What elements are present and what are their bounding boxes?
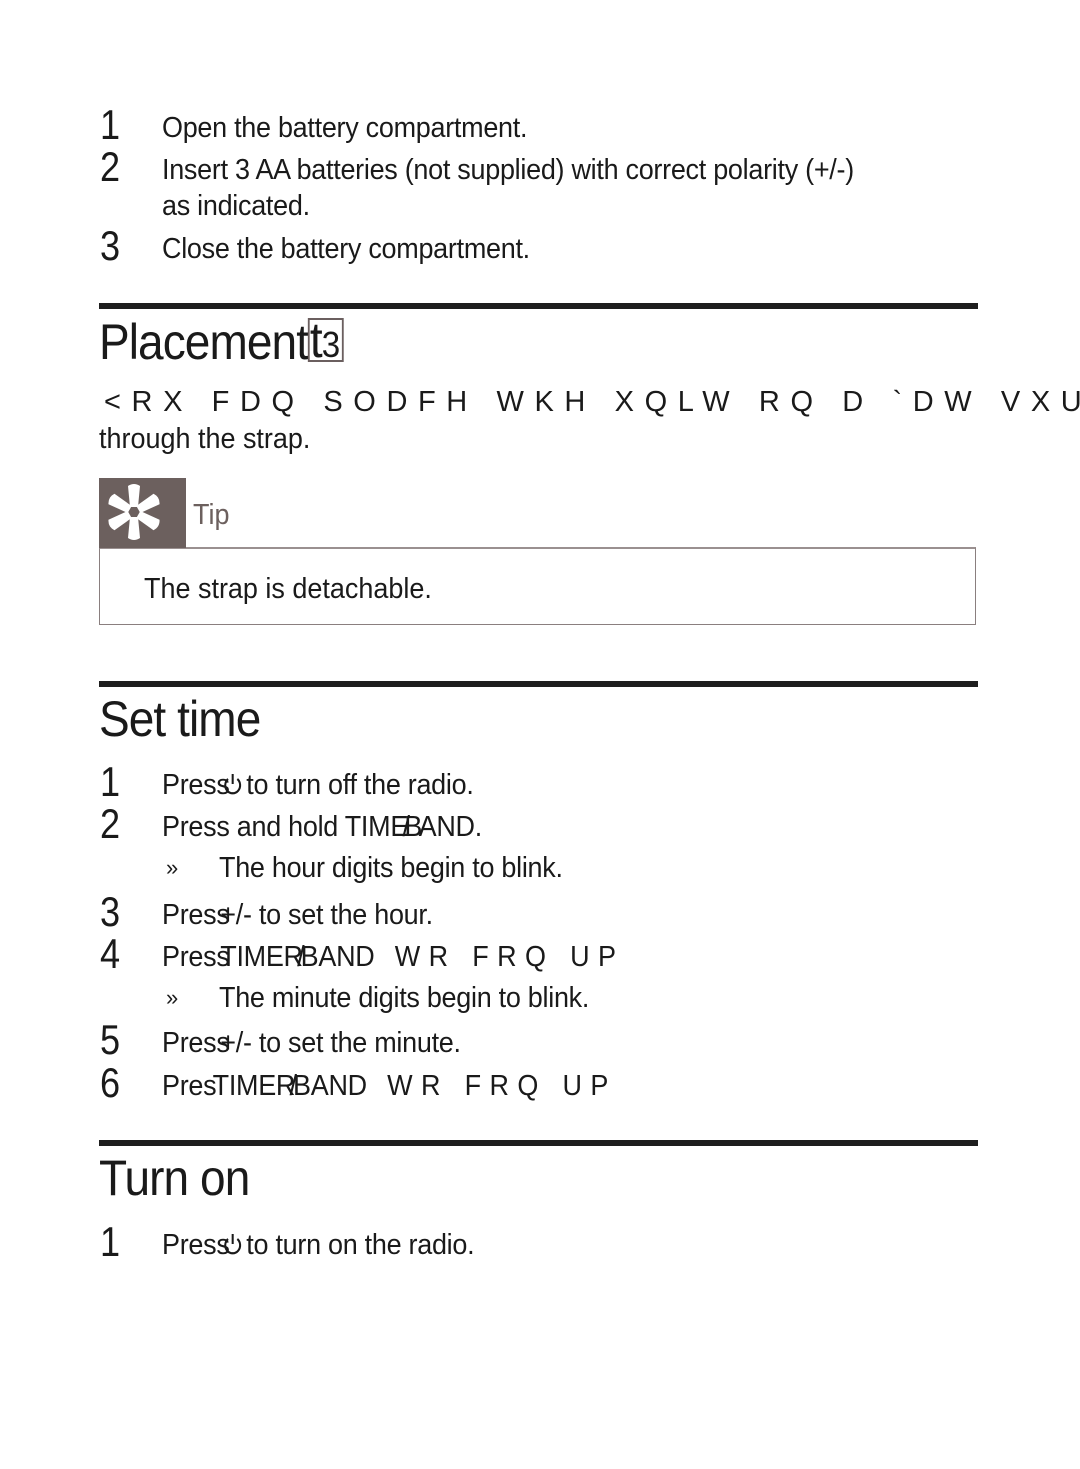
step-number: 4 bbox=[100, 930, 121, 977]
result-text: The hour digits begin to blink. bbox=[219, 852, 563, 884]
step-prefix: Press bbox=[162, 1229, 230, 1261]
step-text-continued: as indicated. bbox=[162, 190, 310, 222]
step-number: 5 bbox=[100, 1016, 121, 1063]
step-prefix: Press and hold TIME bbox=[162, 811, 409, 843]
step-number: 3 bbox=[100, 888, 121, 935]
step-number: 3 bbox=[100, 222, 121, 269]
step-key: BAND bbox=[293, 1070, 367, 1102]
section-heading: Placementt3 bbox=[99, 314, 344, 370]
step-number: 2 bbox=[100, 143, 121, 190]
power-icon bbox=[223, 774, 241, 795]
placement-body: <RX FDQ SODFH WKH XQLW RQ D `DW VXUI bbox=[104, 386, 1080, 418]
step-suffix: to set the hour. bbox=[258, 899, 433, 931]
section-heading: Set time bbox=[99, 691, 261, 747]
result-marker: » bbox=[166, 855, 179, 880]
step-key: TIMER bbox=[212, 1070, 296, 1102]
heading-last-char: t bbox=[309, 312, 323, 368]
step-number: 1 bbox=[100, 758, 121, 805]
step-key: BAND bbox=[300, 941, 375, 973]
step-suffix: to turn off the radio. bbox=[246, 769, 474, 801]
tip-icon-badge bbox=[99, 478, 186, 548]
step-suffix: to set the minute. bbox=[258, 1027, 461, 1059]
section-heading: Turn on bbox=[99, 1150, 250, 1206]
tip-label: Tip bbox=[193, 499, 230, 531]
asterisk-tip-icon bbox=[108, 484, 160, 540]
result-text: The minute digits begin to blink. bbox=[219, 982, 590, 1014]
step-key: +/- bbox=[220, 1027, 252, 1059]
step-key: +/- bbox=[220, 899, 252, 931]
step-suffix: WR FRQ UP bbox=[387, 1070, 617, 1102]
step-prefix: Press bbox=[162, 899, 230, 931]
section-divider bbox=[99, 303, 978, 309]
tip-text: The strap is detachable. bbox=[144, 573, 432, 605]
step-prefix: Press bbox=[162, 941, 230, 973]
step-text: PressTIMER/BAND WR FRQ UP bbox=[162, 939, 624, 975]
step-text: Open the battery compartment. bbox=[162, 112, 528, 144]
step-key: TIMER bbox=[220, 941, 303, 973]
step-number: 1 bbox=[100, 1218, 121, 1265]
step-text: Insert 3 AA batteries (not supplied) wit… bbox=[162, 154, 854, 186]
step-suffix: AND. bbox=[418, 811, 483, 843]
section-divider bbox=[99, 1140, 978, 1146]
step-text: Press+/- to set the minute. bbox=[162, 1025, 461, 1061]
step-text: PresTIMER/BAND WR FRQ UP bbox=[162, 1068, 617, 1104]
step-number: 2 bbox=[100, 800, 121, 847]
step-suffix: to turn on the radio. bbox=[246, 1229, 475, 1261]
step-number: 1 bbox=[100, 101, 121, 148]
power-icon bbox=[223, 1234, 241, 1255]
step-prefix: Press bbox=[162, 1027, 230, 1059]
step-text: Press and hold TIME/BAND. bbox=[162, 809, 482, 845]
step-text: Press+/- to set the hour. bbox=[162, 897, 433, 933]
step-text: Press to turn off the radio. bbox=[162, 767, 474, 803]
step-prefix: Press bbox=[162, 769, 230, 801]
heading-glyph: 3 bbox=[321, 324, 340, 365]
section-divider bbox=[99, 681, 978, 687]
step-text: Press to turn on the radio. bbox=[162, 1227, 475, 1263]
heading-text: Placement bbox=[99, 314, 309, 370]
result-marker: » bbox=[166, 985, 179, 1010]
step-number: 6 bbox=[100, 1059, 121, 1106]
step-key-overlap: /B bbox=[402, 811, 422, 843]
placement-body-continued: through the strap. bbox=[99, 423, 311, 455]
heading-boxed-glyph: t3 bbox=[308, 315, 344, 365]
step-prefix: Pres bbox=[162, 1070, 217, 1102]
step-text: Close the battery compartment. bbox=[162, 233, 530, 265]
step-suffix: WR FRQ UP bbox=[394, 941, 625, 973]
